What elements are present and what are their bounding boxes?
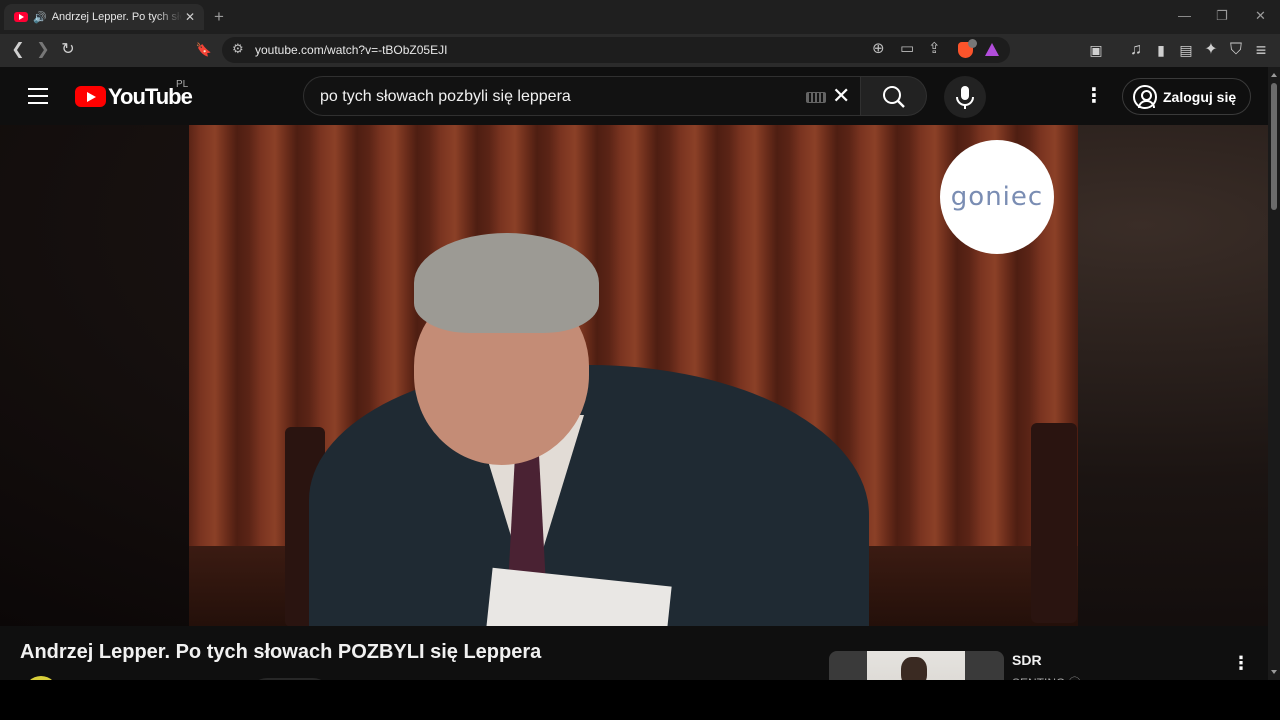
back-icon[interactable]: ❮ <box>8 41 28 59</box>
voice-search-button[interactable] <box>944 76 986 118</box>
clear-search-icon[interactable]: ✕ <box>832 82 850 110</box>
channel-watermark-text: goniec <box>950 182 1044 212</box>
browser-tab-active[interactable]: 🔊 Andrzej Lepper. Po tych słowach POZBYL… <box>4 4 204 30</box>
url-text[interactable]: youtube.com/watch?v=-tBObZ05EJI <box>255 43 447 57</box>
search-button[interactable] <box>861 76 927 116</box>
audio-playing-icon[interactable]: 🔊 <box>33 11 47 24</box>
search-input[interactable]: po tych słowach pozbyli się leppera ✕ <box>303 76 861 116</box>
video-scene-speaker-hair <box>414 233 599 333</box>
page-scrollbar[interactable] <box>1268 67 1280 680</box>
window-close-button[interactable]: ✕ <box>1255 8 1266 24</box>
sidebar-icon[interactable]: ▮ <box>1151 41 1171 59</box>
tab-title: Andrzej Lepper. Po tych słowach POZBYLI … <box>51 11 182 23</box>
vpn-icon[interactable]: ⛉ <box>1226 41 1246 59</box>
youtube-logo-icon[interactable] <box>75 86 106 107</box>
media-icon[interactable]: ♫ <box>1126 41 1146 59</box>
video-frame[interactable]: goniec <box>189 125 1078 626</box>
address-bar[interactable]: ⚙ youtube.com/watch?v=-tBObZ05EJI ⊕ ▭ ⇪ <box>222 37 1010 63</box>
microphone-icon <box>956 86 974 109</box>
browser-tab-strip: 🔊 Andrzej Lepper. Po tych słowach POZBYL… <box>0 0 1280 34</box>
recommended-video-title[interactable]: SDR <box>1012 652 1042 668</box>
scroll-down-arrow-icon[interactable] <box>1271 670 1277 674</box>
shields-count-badge <box>968 39 977 48</box>
video-title: Andrzej Lepper. Po tych słowach POZBYLI … <box>20 641 542 663</box>
screenshot-icon[interactable]: ▣ <box>1086 41 1106 59</box>
youtube-favicon-icon <box>14 12 28 22</box>
tab-close-icon[interactable]: ✕ <box>182 10 198 24</box>
new-tab-button[interactable]: + <box>214 7 224 27</box>
window-restore-button[interactable]: ❐ <box>1216 8 1228 24</box>
scroll-up-arrow-icon[interactable] <box>1271 73 1277 77</box>
video-scene-bench-right <box>1031 423 1077 623</box>
search-query[interactable]: po tych słowach pozbyli się leppera <box>320 88 571 106</box>
site-info-icon[interactable]: ⚙ <box>232 41 244 57</box>
search-icon <box>883 86 905 108</box>
reload-icon[interactable]: ↻ <box>58 41 78 59</box>
youtube-header: YouTube PL po tych słowach pozbyli się l… <box>0 67 1268 125</box>
signin-button[interactable]: Zaloguj się <box>1122 78 1251 115</box>
signin-label: Zaloguj się <box>1163 89 1237 105</box>
scrollbar-thumb[interactable] <box>1271 83 1277 210</box>
keyboard-icon[interactable] <box>806 92 826 103</box>
recommended-video-more-icon[interactable]: ⋮ <box>1232 653 1250 674</box>
cast-icon[interactable]: ▭ <box>900 39 914 57</box>
guide-menu-icon[interactable] <box>28 88 48 104</box>
forward-icon[interactable]: ❯ <box>33 41 53 59</box>
screen-bottom-edge <box>0 680 1280 720</box>
browser-menu-icon[interactable]: ≡ <box>1251 41 1271 59</box>
country-code: PL <box>176 79 189 90</box>
zoom-icon[interactable]: ⊕ <box>872 39 885 57</box>
wallet-icon[interactable]: ▤ <box>1176 41 1196 59</box>
brave-rewards-icon[interactable] <box>985 43 999 56</box>
video-player[interactable]: goniec <box>0 125 1268 626</box>
settings-more-icon[interactable]: ⋮ <box>1084 86 1104 106</box>
window-minimize-button[interactable]: — <box>1178 8 1191 23</box>
bookmark-icon[interactable]: 🔖 <box>194 41 214 59</box>
leo-ai-icon[interactable]: ✦ <box>1201 41 1221 59</box>
account-icon <box>1133 85 1157 109</box>
channel-watermark-logo: goniec <box>940 140 1054 254</box>
share-icon[interactable]: ⇪ <box>928 39 941 57</box>
